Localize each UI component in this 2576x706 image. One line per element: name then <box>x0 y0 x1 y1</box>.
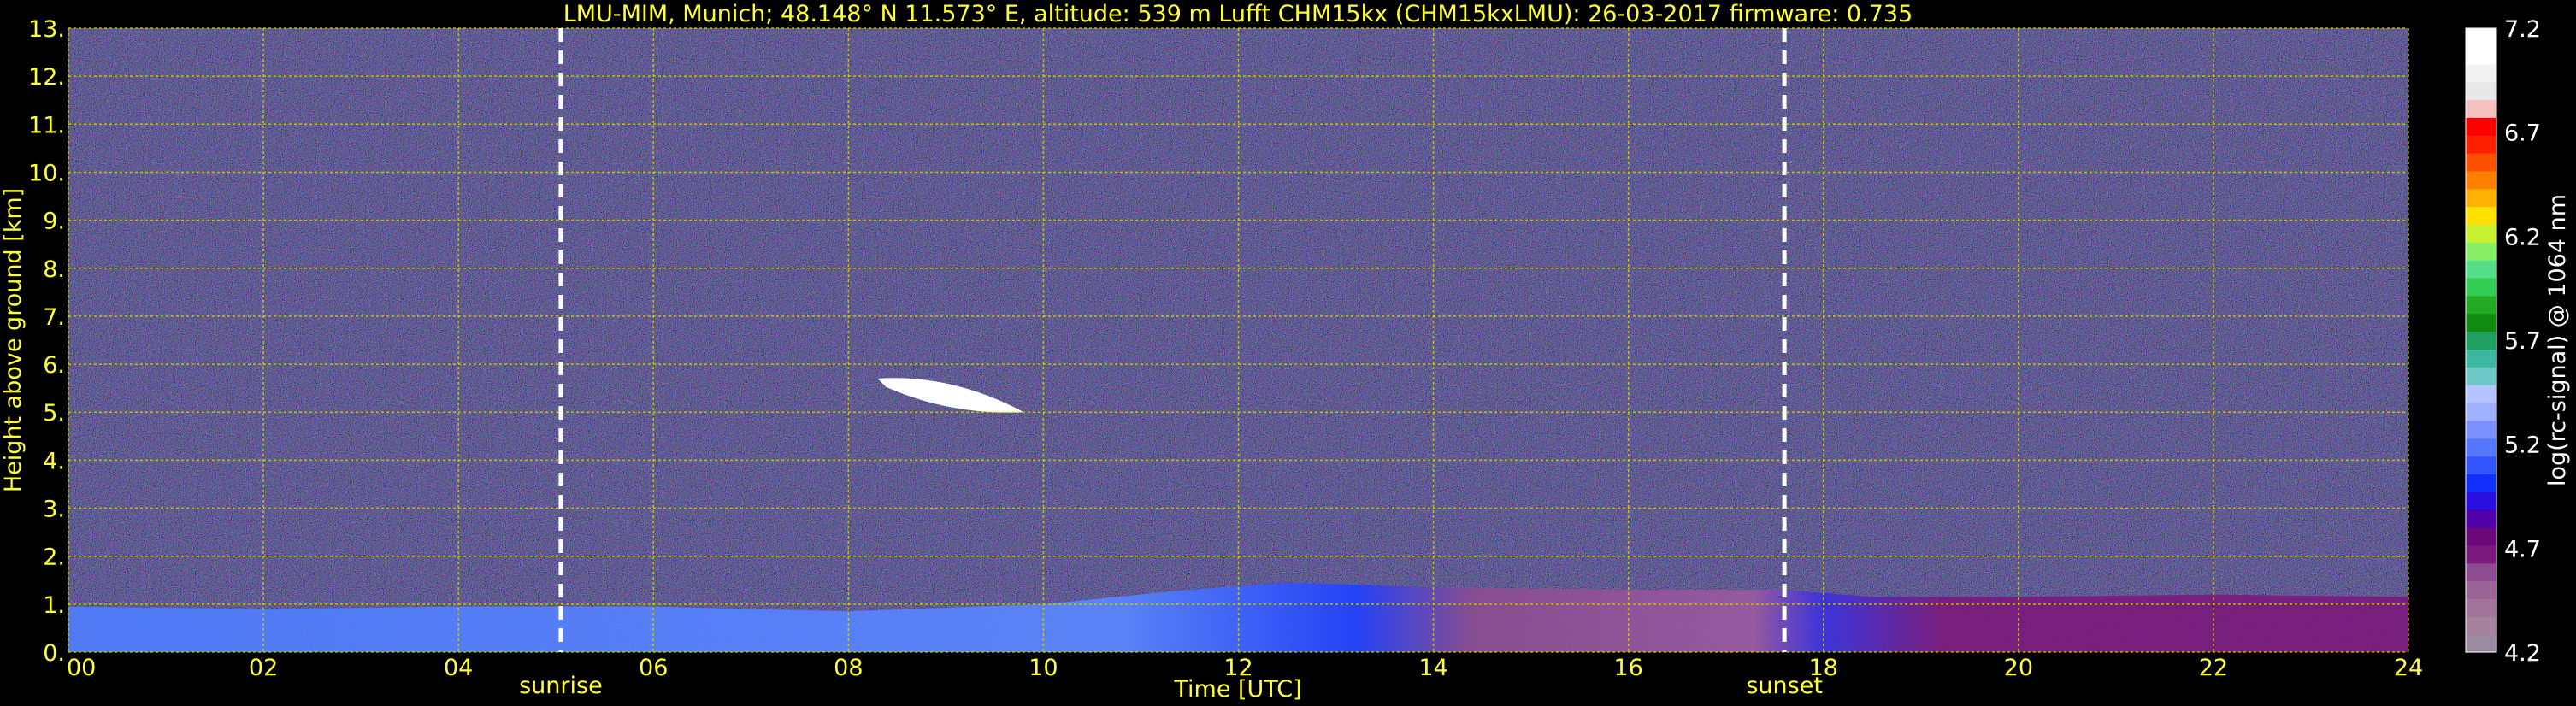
colorbar-swatch <box>2466 331 2496 350</box>
x-tick-label: 18 <box>1809 655 1838 681</box>
colorbar-swatch <box>2466 117 2496 136</box>
y-axis-ticks: 0. 1. 2. 3. 4. 5. 6. 7. 8. 9. 10. 11. 12. 13. <box>28 16 65 667</box>
colorbar-swatch <box>2466 491 2496 510</box>
colorbar-swatch <box>2466 385 2496 403</box>
colorbar-swatch <box>2466 188 2496 208</box>
x-tick-label: 10 <box>1029 655 1058 681</box>
colorbar-swatch <box>2466 509 2496 528</box>
chart-title: LMU-MIM, Munich; 48.148° N 11.573° E, al… <box>563 1 1913 27</box>
y-tick-label: 11. <box>28 112 65 138</box>
y-tick-label: 2. <box>43 544 65 571</box>
colorbar-swatch <box>2466 403 2496 421</box>
colorbar-swatch <box>2466 28 2496 47</box>
colorbar-ticks: 7.2 6.7 6.2 5.7 5.2 4.7 4.2 <box>2504 16 2541 667</box>
colorbar-swatch <box>2466 278 2496 297</box>
ceilometer-chart: sunrise sunset 00 02 04 06 08 10 12 14 16 18 20 22 24… <box>0 1 2571 703</box>
y-tick-label: 13. <box>28 16 65 43</box>
colorbar-swatch <box>2466 367 2496 385</box>
y-tick-label: 8. <box>43 256 65 283</box>
y-tick-label: 9. <box>43 209 65 235</box>
x-tick-label: 22 <box>2199 655 2228 681</box>
colorbar-swatch <box>2466 438 2496 457</box>
colorbar-tick-label: 6.2 <box>2504 224 2541 250</box>
colorbar-tick-label: 5.2 <box>2504 432 2541 459</box>
colorbar-swatch <box>2466 135 2496 154</box>
x-tick-label: 24 <box>2394 655 2423 681</box>
x-tick-label: 14 <box>1418 655 1447 681</box>
colorbar-tick-label: 5.7 <box>2504 328 2541 355</box>
y-tick-label: 5. <box>43 400 65 427</box>
colorbar-swatch <box>2466 527 2496 546</box>
colorbar-swatch <box>2466 544 2496 564</box>
colorbar-swatch <box>2466 313 2496 332</box>
colorbar <box>2465 27 2497 653</box>
colorbar-tick-label: 4.7 <box>2504 536 2541 562</box>
colorbar-tick-label: 7.2 <box>2504 16 2541 43</box>
colorbar-swatch <box>2466 616 2496 635</box>
colorbar-swatch <box>2466 242 2496 261</box>
y-tick-label: 1. <box>43 592 65 619</box>
x-tick-label: 08 <box>834 655 863 681</box>
colorbar-swatch <box>2466 63 2496 83</box>
x-tick-label: 04 <box>444 655 473 681</box>
y-tick-label: 10. <box>28 160 65 186</box>
x-axis-label: Time [UTC] <box>1173 676 1301 703</box>
colorbar-swatch <box>2466 260 2496 279</box>
x-tick-label: 06 <box>639 655 668 681</box>
marker-label: sunrise <box>519 673 603 699</box>
y-axis-label: Height above ground [km] <box>0 188 27 492</box>
colorbar-swatch <box>2466 456 2496 475</box>
y-tick-label: 6. <box>43 352 65 379</box>
colorbar-swatch <box>2466 170 2496 190</box>
colorbar-swatch <box>2466 580 2496 600</box>
colorbar-swatch <box>2466 81 2496 101</box>
colorbar-swatch <box>2466 153 2496 172</box>
y-tick-label: 0. <box>43 640 65 667</box>
colorbar-swatch <box>2466 420 2496 439</box>
colorbar-swatch <box>2466 349 2496 368</box>
x-tick-label: 02 <box>249 655 278 681</box>
colorbar-swatch <box>2466 295 2496 315</box>
colorbar-swatch <box>2466 598 2496 617</box>
colorbar-swatch <box>2466 562 2496 582</box>
colorbar-swatch <box>2466 45 2496 65</box>
x-tick-label: 16 <box>1613 655 1642 681</box>
colorbar-swatch <box>2466 224 2496 243</box>
colorbar-swatch <box>2466 474 2496 492</box>
colorbar-tick-label: 4.2 <box>2504 640 2541 667</box>
x-tick-label: 00 <box>67 655 96 681</box>
colorbar-tick-label: 6.7 <box>2504 121 2541 147</box>
y-tick-label: 4. <box>43 448 65 474</box>
y-tick-label: 7. <box>43 304 65 331</box>
colorbar-label: log(rc-signal) @ 1064 nm <box>2544 194 2571 486</box>
y-tick-label: 12. <box>28 64 65 91</box>
x-tick-label: 20 <box>2004 655 2033 681</box>
colorbar-swatch <box>2466 206 2496 226</box>
y-tick-label: 3. <box>43 497 65 523</box>
colorbar-swatch <box>2466 634 2496 653</box>
colorbar-swatch <box>2466 99 2496 118</box>
